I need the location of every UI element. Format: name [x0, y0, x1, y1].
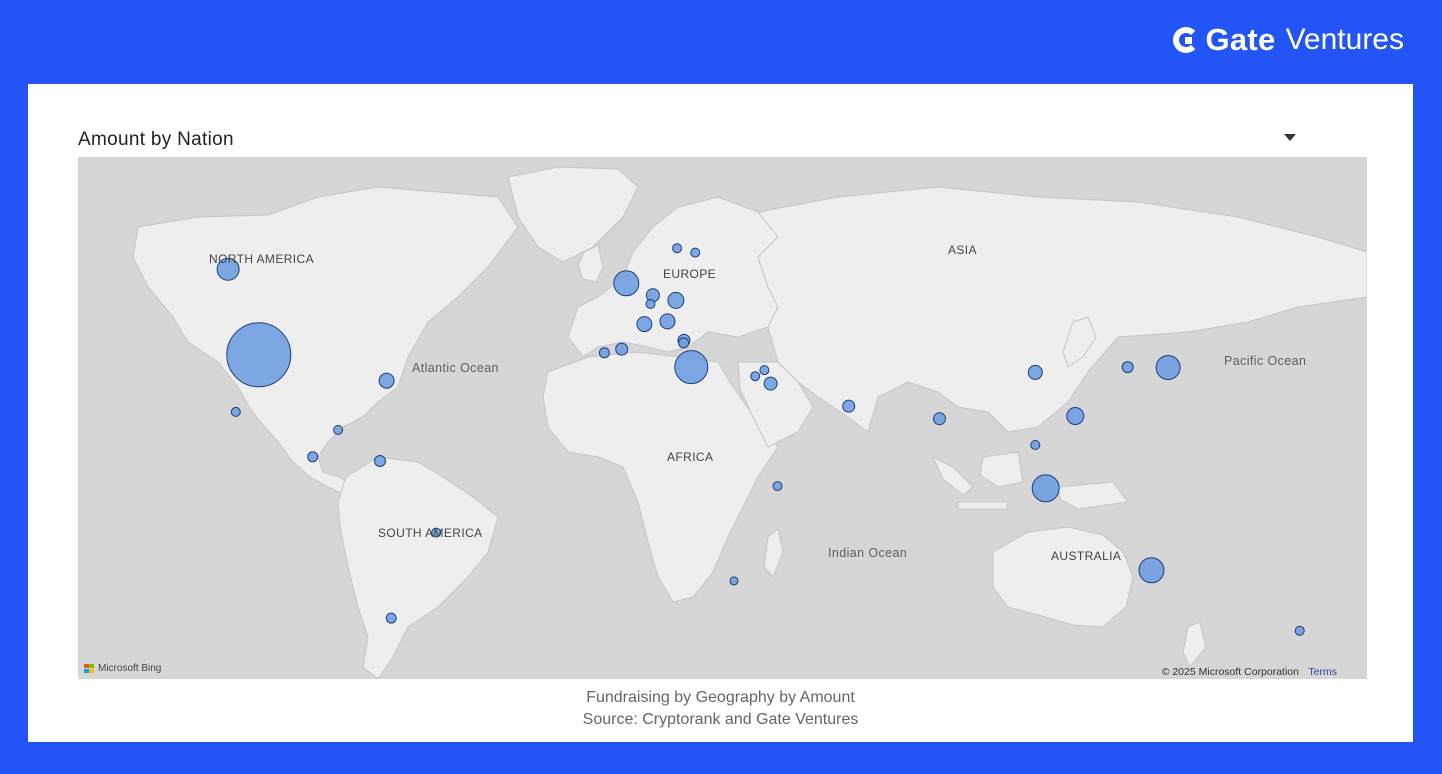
- south-america-landmass: [337, 456, 499, 679]
- map-bubble-12[interactable]: [690, 247, 701, 258]
- map-bubble-17[interactable]: [659, 313, 676, 330]
- map-bubble-10[interactable]: [613, 270, 640, 297]
- microsoft-logo-icon: [84, 663, 94, 674]
- map-bubble-31[interactable]: [1066, 407, 1085, 425]
- brand-name: Gate: [1205, 22, 1276, 57]
- label-pacific-ocean: Pacific Ocean: [1224, 354, 1307, 368]
- map-bubble-36[interactable]: [1138, 557, 1165, 584]
- map-bubble-16[interactable]: [636, 316, 653, 333]
- map-bubble-14[interactable]: [645, 298, 656, 309]
- terms-link[interactable]: Terms: [1308, 666, 1337, 678]
- map-bubble-3[interactable]: [378, 372, 395, 389]
- map-copyright: © 2025 Microsoft Corporation: [1161, 666, 1299, 678]
- java-landmass: [957, 501, 1009, 510]
- map-bubble-32[interactable]: [1030, 440, 1041, 450]
- map-bubble-1[interactable]: [226, 322, 292, 388]
- map-bubble-20[interactable]: [598, 347, 610, 359]
- report-card: Amount by Nation NORTH AMERICA EUROPE AS…: [28, 84, 1413, 742]
- map-bubble-34[interactable]: [1121, 361, 1134, 374]
- map-bubble-25[interactable]: [763, 376, 778, 391]
- sumatra-landmass: [932, 456, 974, 496]
- world-map: [132, 166, 1367, 679]
- map-bubble-27[interactable]: [772, 481, 783, 492]
- australia-landmass: [992, 526, 1134, 628]
- visual-title: Amount by Nation: [78, 129, 234, 150]
- map-bubble-30[interactable]: [1027, 364, 1043, 380]
- madagascar-landmass: [763, 528, 784, 578]
- map-bubble-22[interactable]: [674, 350, 709, 385]
- provider-label: Microsoft Bing: [98, 663, 162, 674]
- label-indian-ocean: Indian Ocean: [828, 546, 908, 560]
- brand-logo: Gate Ventures: [1173, 22, 1404, 58]
- map-bubble-4[interactable]: [230, 406, 241, 417]
- brand-sub: Ventures: [1285, 23, 1404, 56]
- map-bubble-23[interactable]: [759, 365, 770, 376]
- gate-logo-icon: [1173, 27, 1200, 53]
- map-bubble-5[interactable]: [307, 451, 319, 463]
- microsoft-bing-logo: Microsoft Bing: [84, 663, 161, 674]
- label-australia: AUSTRALIA: [1051, 549, 1122, 563]
- new-guinea-landmass: [1057, 481, 1129, 510]
- label-north-america: NORTH AMERICA: [209, 252, 314, 266]
- label-africa: AFRICA: [667, 450, 714, 464]
- map-bubble-9[interactable]: [385, 612, 397, 624]
- new-zealand-landmass: [1182, 621, 1207, 668]
- label-south-america: SOUTH AMERICA: [378, 526, 483, 540]
- map-bubble-15[interactable]: [667, 291, 685, 309]
- caption-title: Fundraising by Geography by Amount: [586, 689, 855, 706]
- caret-down-icon[interactable]: [1284, 134, 1296, 141]
- map-bubble-21[interactable]: [615, 342, 629, 356]
- map-bubble-7[interactable]: [374, 455, 386, 467]
- map-bubble-37[interactable]: [1294, 625, 1305, 636]
- asia-landmass: [757, 186, 1367, 433]
- north-america-landmass: [132, 186, 519, 503]
- map-bubble-19[interactable]: [678, 337, 690, 349]
- map-bubble-28[interactable]: [729, 576, 739, 586]
- label-europe: EUROPE: [663, 267, 717, 281]
- map-bubble-11[interactable]: [672, 243, 683, 254]
- label-asia: ASIA: [948, 243, 977, 257]
- map-bubble-35[interactable]: [1155, 355, 1181, 380]
- map-visual[interactable]: NORTH AMERICA EUROPE ASIA AFRICA SOUTH A…: [78, 157, 1367, 679]
- map-bubble-33[interactable]: [1031, 474, 1060, 503]
- greenland-landmass: [507, 166, 639, 263]
- map-bubble-24[interactable]: [750, 371, 761, 382]
- map-bubble-26[interactable]: [842, 399, 856, 413]
- borneo-landmass: [979, 451, 1024, 488]
- caption-source: Source: Cryptorank and Gate Ventures: [582, 711, 859, 728]
- label-atlantic-ocean: Atlantic Ocean: [412, 361, 499, 375]
- map-bubble-29[interactable]: [933, 412, 946, 426]
- map-bubble-6[interactable]: [333, 425, 344, 435]
